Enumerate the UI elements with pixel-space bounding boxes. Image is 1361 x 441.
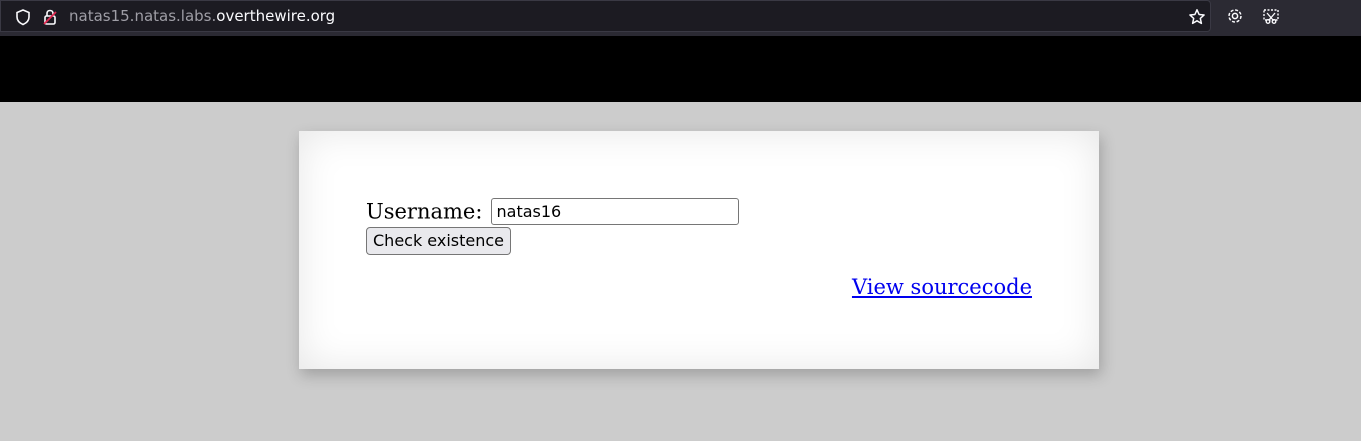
bookmark-star-icon[interactable] [1188,8,1206,26]
check-existence-button[interactable]: Check existence [366,227,512,255]
url-prefix: natas15.natas.labs. [69,7,217,25]
username-row: Username: natas16 [366,198,739,225]
browser-toolbar: natas15.natas.labs.overthewire.org [0,0,1361,36]
shield-icon[interactable] [14,8,32,26]
address-bar[interactable]: natas15.natas.labs.overthewire.org [0,0,1211,32]
screenshot-icon[interactable] [1262,7,1280,25]
settings-gear-icon[interactable] [1226,7,1244,25]
content-card: Username: natas16 Check existence View s… [299,131,1099,369]
url-text[interactable]: natas15.natas.labs.overthewire.org [69,7,335,25]
username-input[interactable]: natas16 [490,198,739,225]
username-label: Username: [366,199,483,224]
view-sourcecode-link[interactable]: View sourcecode [852,275,1032,299]
page-header-banner [0,36,1361,102]
lock-icon[interactable] [41,8,59,26]
url-domain: overthewire.org [216,7,336,25]
